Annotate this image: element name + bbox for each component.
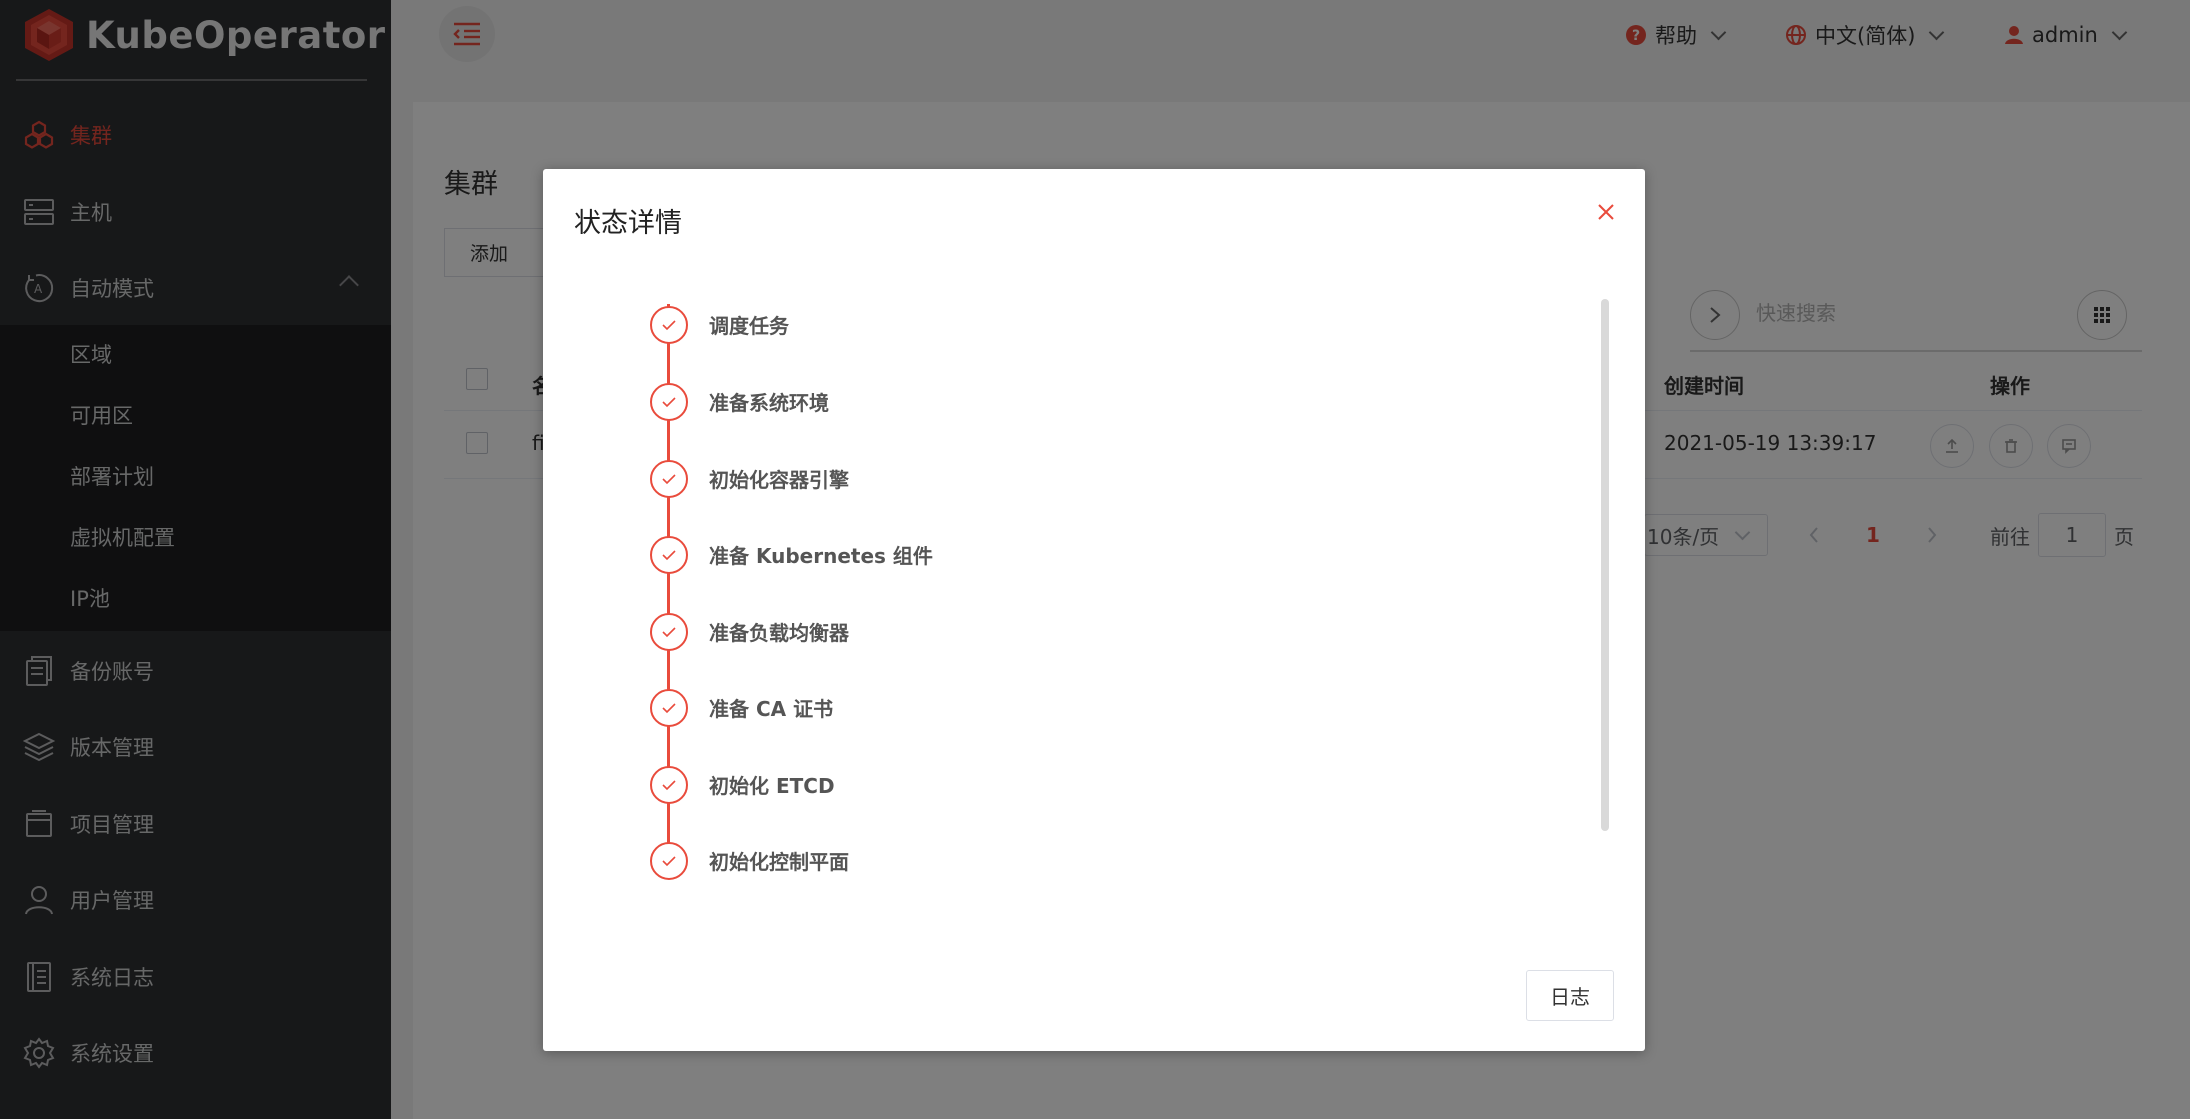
step-label: 初始化控制平面 — [709, 850, 849, 874]
step-label: 初始化容器引擎 — [709, 468, 849, 492]
check-icon — [650, 766, 688, 804]
dialog-title: 状态详情 — [574, 208, 682, 239]
close-icon[interactable] — [1593, 199, 1619, 225]
check-icon — [650, 689, 688, 727]
step-label: 准备负载均衡器 — [709, 621, 849, 645]
step-label: 初始化 ETCD — [709, 774, 835, 798]
check-icon — [650, 842, 688, 880]
steps-scroll-area: 调度任务 准备系统环境 初始化容器引擎 准备 Kubernetes 组件 准备负… — [543, 279, 1645, 969]
step-label: 准备系统环境 — [709, 391, 829, 415]
step-label: 准备 Kubernetes 组件 — [709, 544, 933, 568]
step-label: 准备 CA 证书 — [709, 697, 834, 721]
check-icon — [650, 383, 688, 421]
log-button[interactable]: 日志 — [1526, 970, 1614, 1021]
status-detail-dialog: 状态详情 调度任务 准备系统环境 初始化容器引擎 准备 Kubernetes 组… — [543, 169, 1645, 1051]
dialog-scrollbar[interactable] — [1601, 299, 1609, 831]
check-icon — [650, 306, 688, 344]
check-icon — [650, 613, 688, 651]
check-icon — [650, 460, 688, 498]
step-label: 调度任务 — [709, 314, 789, 338]
check-icon — [650, 536, 688, 574]
